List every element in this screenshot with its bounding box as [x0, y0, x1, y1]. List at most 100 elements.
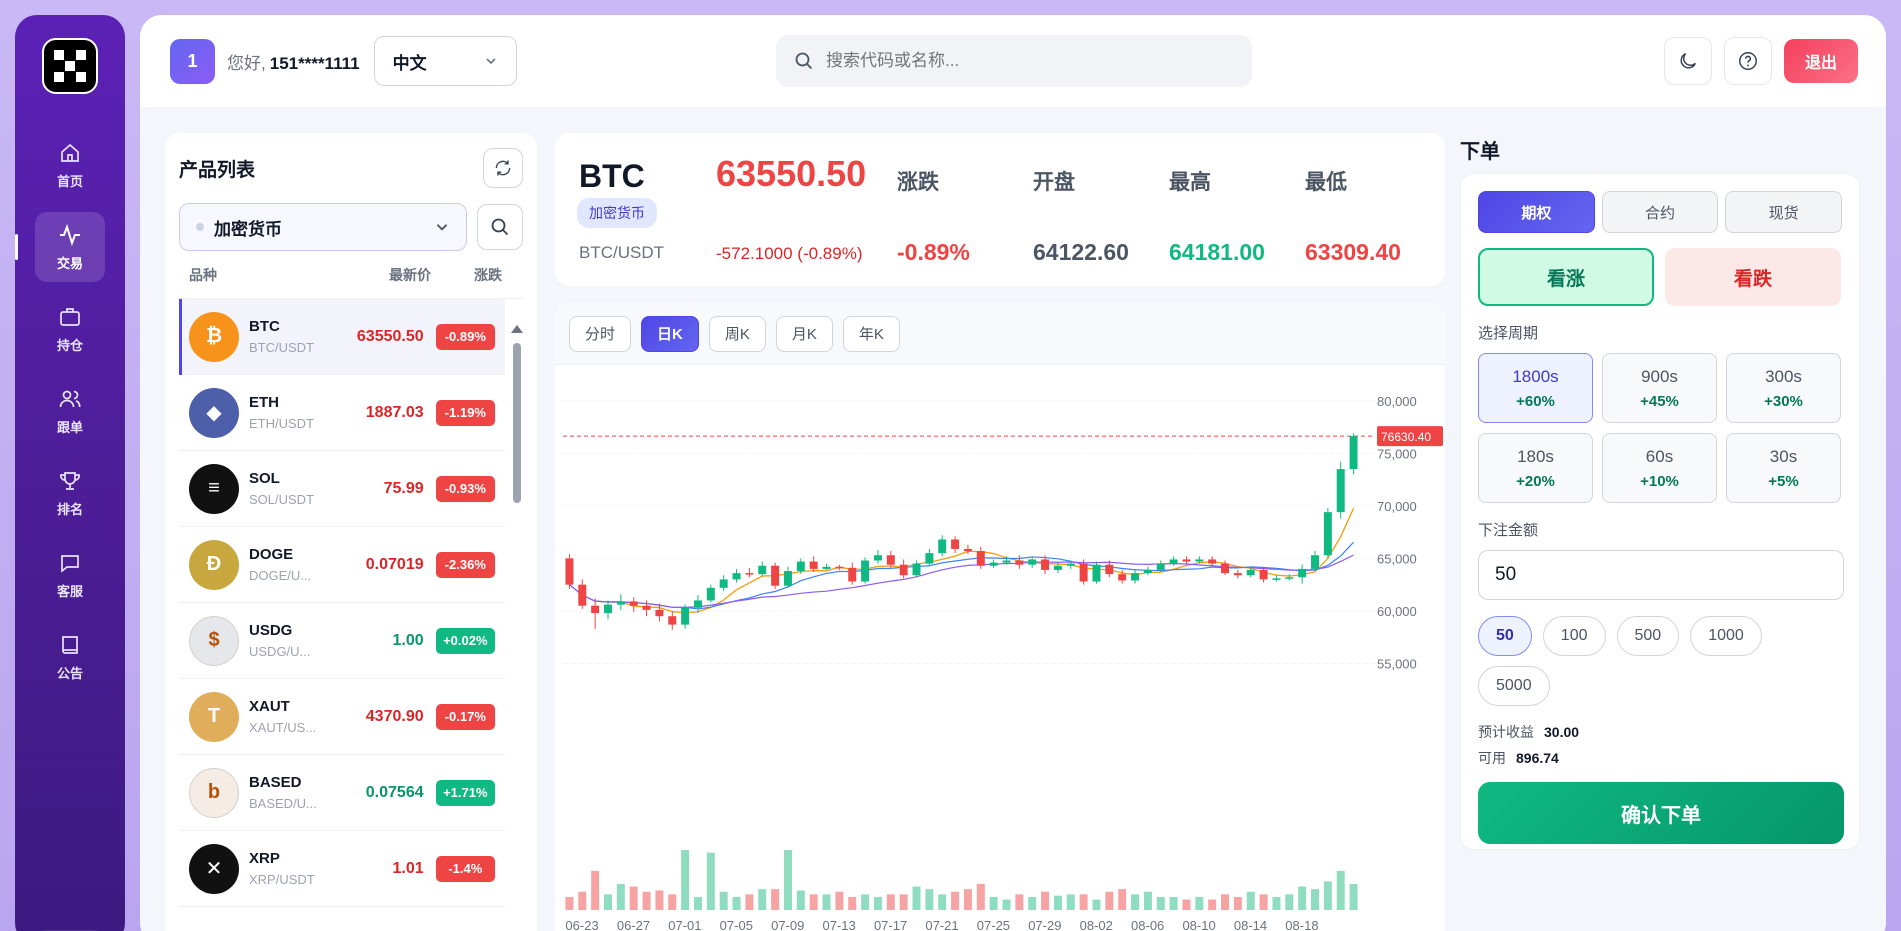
volume-bar	[963, 889, 972, 910]
coin-symbol: DOGE	[249, 546, 294, 563]
category-select[interactable]: 加密货币	[179, 203, 467, 251]
volume-bar	[1066, 894, 1075, 910]
product-search-button[interactable]	[477, 204, 523, 250]
candle-body	[758, 565, 767, 575]
volume-bar	[1118, 889, 1127, 910]
period-option[interactable]: 1800s +60%	[1478, 353, 1593, 423]
logout-button[interactable]: 退出	[1784, 39, 1858, 83]
candle-body	[925, 553, 934, 564]
timeframe-button[interactable]: 日K	[641, 315, 699, 352]
timeframe-button[interactable]: 周K	[708, 315, 766, 352]
coin-xrp-icon: ✕	[189, 843, 239, 894]
period-option[interactable]: 900s +45%	[1602, 353, 1717, 423]
coin-symbol: XAUT	[249, 698, 290, 715]
amount-chip[interactable]: 500	[1616, 616, 1680, 656]
volume-bar	[1092, 899, 1101, 910]
amount-input[interactable]	[1478, 550, 1844, 600]
amount-chip[interactable]: 5000	[1478, 666, 1550, 706]
volume-bar	[976, 883, 985, 910]
sidebar-item-6[interactable]: 公告	[35, 622, 105, 692]
order-tab[interactable]: 合约	[1601, 191, 1719, 233]
category-row: 加密货币	[179, 203, 523, 251]
refresh-button[interactable]	[483, 148, 523, 188]
product-row[interactable]: ≡ SOL SOL/USDT 75.99 -0.93%	[179, 451, 505, 527]
amount-chip[interactable]: 50	[1478, 616, 1532, 656]
sidebar-item-5[interactable]: 客服	[35, 540, 105, 610]
period-option[interactable]: 180s +20%	[1478, 433, 1593, 503]
candle-body	[822, 566, 831, 569]
y-tick-label: 70,000	[1377, 499, 1417, 514]
value-high: 64181.00	[1169, 239, 1265, 265]
volume-bar	[681, 850, 690, 910]
candle-body	[951, 539, 960, 549]
product-row[interactable]: $ USDG USDG/U... 1.00 +0.02%	[179, 603, 505, 679]
amount-chip[interactable]: 1000	[1690, 616, 1762, 656]
period-option[interactable]: 300s +30%	[1726, 353, 1841, 423]
timeframe-button[interactable]: 分时	[569, 315, 632, 352]
search-input[interactable]	[826, 51, 1226, 71]
candle-body	[938, 539, 947, 554]
expected-value: 30.00	[1544, 724, 1580, 740]
volume-bar	[861, 894, 870, 910]
candle-body	[1156, 563, 1165, 570]
put-button[interactable]: 看跌	[1665, 248, 1841, 306]
scroll-thumb[interactable]	[513, 343, 521, 503]
product-list-header: 产品列表	[179, 133, 523, 203]
app-logo[interactable]	[42, 38, 98, 94]
timeframe-bar: 分时 日K 周K 月K 年K	[555, 303, 1445, 365]
candle-body	[989, 562, 998, 566]
coin-glyph: T	[207, 705, 221, 727]
product-row[interactable]: ₿ BTC BTC/USDT 63550.50 -0.89%	[179, 299, 505, 375]
volume-bar	[1208, 899, 1217, 910]
y-tick-label: 75,000	[1377, 446, 1417, 461]
language-select[interactable]: 中文	[373, 36, 517, 86]
sidebar-nav: 首页交易持仓跟单排名客服公告	[15, 130, 125, 692]
coin-change-badge: +1.71%	[435, 779, 495, 806]
period-option[interactable]: 30s +5%	[1726, 433, 1841, 503]
volume-bar	[1169, 896, 1178, 910]
theme-toggle-button[interactable]	[1664, 37, 1712, 85]
product-list-scrollbar[interactable]	[511, 323, 523, 931]
search-bar[interactable]	[776, 35, 1252, 87]
period-payout: +60%	[1516, 392, 1555, 410]
user-avatar[interactable]: 1	[170, 38, 215, 84]
trophy-icon	[60, 471, 80, 490]
scroll-up-arrow[interactable]	[511, 325, 523, 333]
sidebar-item-0[interactable]: 首页	[35, 130, 105, 200]
sidebar-item-2[interactable]: 持仓	[35, 294, 105, 364]
product-row[interactable]: ✕ XRP XRP/USDT 1.01 -1.4%	[179, 831, 505, 907]
volume-bar	[1028, 896, 1037, 910]
period-option[interactable]: 60s +10%	[1602, 433, 1717, 503]
product-row[interactable]: T XAUT XAUT/US... 4370.90 -0.17%	[179, 679, 505, 755]
sidebar-item-1[interactable]: 交易	[15, 212, 105, 282]
coin-symbol: SOL	[249, 470, 280, 487]
volume-bar	[706, 852, 715, 910]
kline-chart[interactable]: 80,000 75,000 70,000 65,000 60,000 55,000 7663…	[555, 365, 1445, 931]
x-tick-label: 08-02	[1080, 918, 1113, 931]
volume-bar	[745, 894, 754, 910]
quote-change-abs: -572.1000 (-0.89%)	[716, 244, 863, 263]
call-button[interactable]: 看涨	[1478, 248, 1654, 306]
timeframe-button[interactable]: 月K	[775, 315, 833, 352]
timeframe-button[interactable]: 年K	[842, 315, 900, 352]
order-card: 期权 合约 现货 看涨 看跌 选择周期 1800s +60% 900s +45% 300s +…	[1460, 173, 1860, 850]
volume-bar	[1053, 895, 1062, 910]
volume-bar	[719, 891, 728, 910]
volume-bar	[1015, 894, 1024, 910]
order-tab[interactable]: 期权	[1478, 191, 1595, 233]
product-row[interactable]: b BASED BASED/U... 0.07564 +1.71%	[179, 755, 505, 831]
amount-chip[interactable]: 100	[1542, 616, 1606, 656]
product-row[interactable]: Ð DOGE DOGE/U... 0.07019 -2.36%	[179, 527, 505, 603]
candle-body	[1053, 565, 1062, 570]
quote-pair: BTC/USDT	[579, 243, 664, 262]
volume-bar	[835, 891, 844, 910]
ma10-line	[569, 541, 1355, 610]
sidebar-item-3[interactable]: 跟单	[35, 376, 105, 446]
product-row[interactable]: ◆ ETH ETH/USDT 1887.03 -1.19%	[179, 375, 505, 451]
help-button[interactable]	[1724, 37, 1772, 85]
confirm-order-button[interactable]: 确认下单	[1478, 782, 1844, 844]
sidebar-item-4[interactable]: 排名	[35, 458, 105, 528]
chat-icon	[61, 554, 79, 573]
coin-symbol: USDG	[249, 622, 293, 639]
order-tab[interactable]: 现货	[1725, 191, 1843, 233]
